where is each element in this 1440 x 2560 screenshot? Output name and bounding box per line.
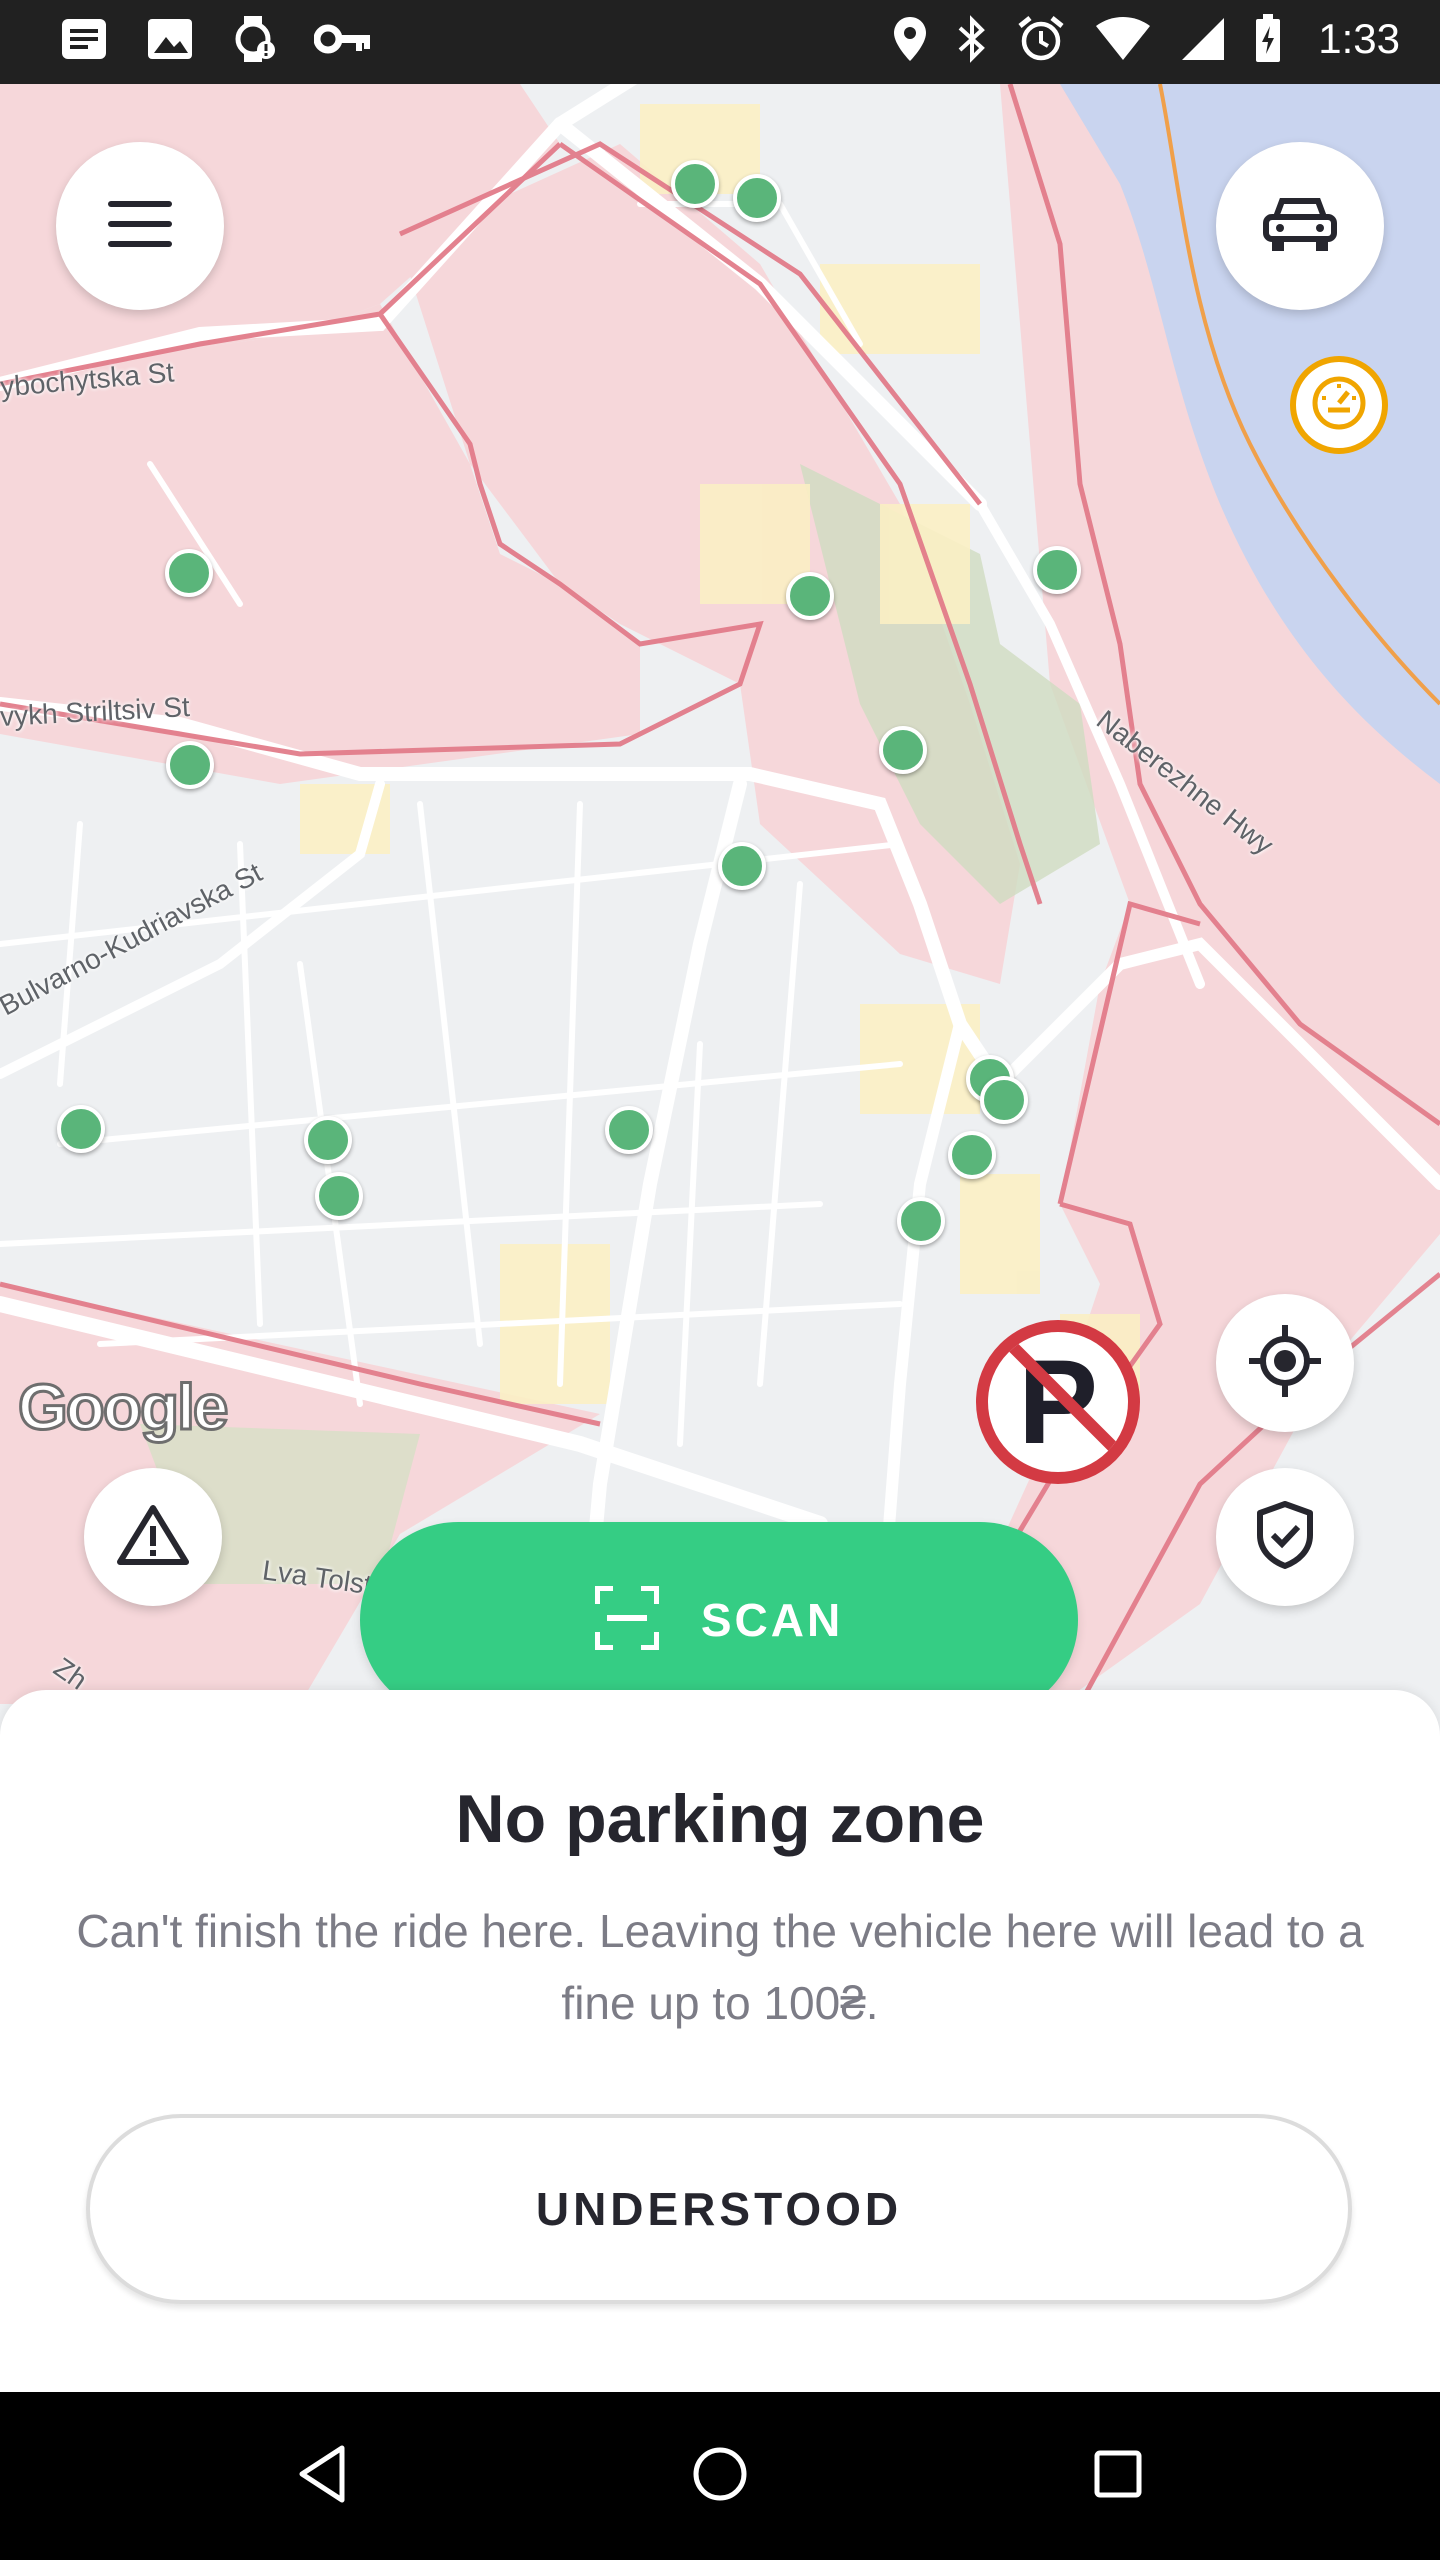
key-icon: [314, 22, 372, 56]
location-icon: [892, 15, 928, 63]
vehicle-marker[interactable]: [605, 1106, 653, 1154]
vehicle-marker[interactable]: [1033, 546, 1081, 594]
sheet-message: Can't finish the ride here. Leaving the …: [76, 1905, 1364, 2029]
menu-button[interactable]: [56, 142, 224, 310]
alarm-icon: [1016, 14, 1066, 64]
vehicle-marker[interactable]: [948, 1131, 996, 1179]
map-view[interactable]: ybochytska St vykh Striltsiv St Bulvarno…: [0, 84, 1440, 1704]
watch-alert-icon: [232, 14, 276, 64]
warning-triangle-icon: [117, 1504, 189, 1571]
vehicle-marker[interactable]: [897, 1197, 945, 1245]
scan-label: SCAN: [700, 1594, 844, 1646]
vehicle-marker[interactable]: [165, 549, 213, 597]
speed-limit-button[interactable]: [1290, 356, 1388, 454]
vehicle-marker[interactable]: [718, 842, 766, 890]
back-button[interactable]: [282, 2436, 362, 2516]
wifi-icon: [1094, 16, 1152, 62]
vehicle-marker[interactable]: [166, 741, 214, 789]
home-button[interactable]: [680, 2436, 760, 2516]
vehicle-marker[interactable]: [315, 1172, 363, 1220]
home-icon: [692, 2446, 748, 2507]
recents-icon: [1093, 2449, 1143, 2504]
understood-button[interactable]: UNDERSTOOD: [86, 2114, 1352, 2304]
safety-button[interactable]: [1216, 1468, 1354, 1606]
google-attribution: Google: [16, 1370, 229, 1445]
crosshair-locate-icon: [1247, 1323, 1323, 1404]
battery-icon: [1254, 14, 1282, 64]
sheet-title: No parking zone: [455, 1781, 985, 1857]
vehicle-type-button[interactable]: [1216, 142, 1384, 310]
bluetooth-icon: [956, 14, 988, 64]
recents-button[interactable]: [1078, 2436, 1158, 2516]
scan-frame-icon: [593, 1584, 660, 1655]
locate-me-button[interactable]: [1216, 1294, 1354, 1432]
vehicle-marker[interactable]: [733, 174, 781, 222]
vehicle-marker[interactable]: [879, 726, 927, 774]
vehicle-marker[interactable]: [786, 572, 834, 620]
vehicle-marker[interactable]: [304, 1116, 352, 1164]
signal-icon: [1180, 16, 1226, 62]
vehicle-marker[interactable]: [57, 1105, 105, 1153]
car-icon: [1262, 195, 1338, 258]
status-bar: 1:33: [0, 0, 1440, 84]
speedometer-icon: [1310, 374, 1368, 437]
back-icon: [296, 2444, 348, 2509]
vehicle-marker[interactable]: [671, 160, 719, 208]
system-nav-bar: [0, 2392, 1440, 2560]
hamburger-menu-icon: [108, 200, 172, 252]
shield-check-icon: [1256, 1500, 1314, 1574]
report-problem-button[interactable]: [84, 1468, 222, 1606]
no-parking-sign: P: [976, 1320, 1140, 1484]
status-time: 1:33: [1318, 15, 1400, 62]
vehicle-marker[interactable]: [980, 1076, 1028, 1124]
image-icon: [146, 17, 194, 61]
notes-icon: [60, 17, 108, 61]
no-parking-sheet: No parking zone Can't finish the ride he…: [0, 1690, 1440, 2392]
scan-button[interactable]: SCAN: [360, 1522, 1078, 1704]
understood-label: UNDERSTOOD: [535, 2183, 903, 2235]
